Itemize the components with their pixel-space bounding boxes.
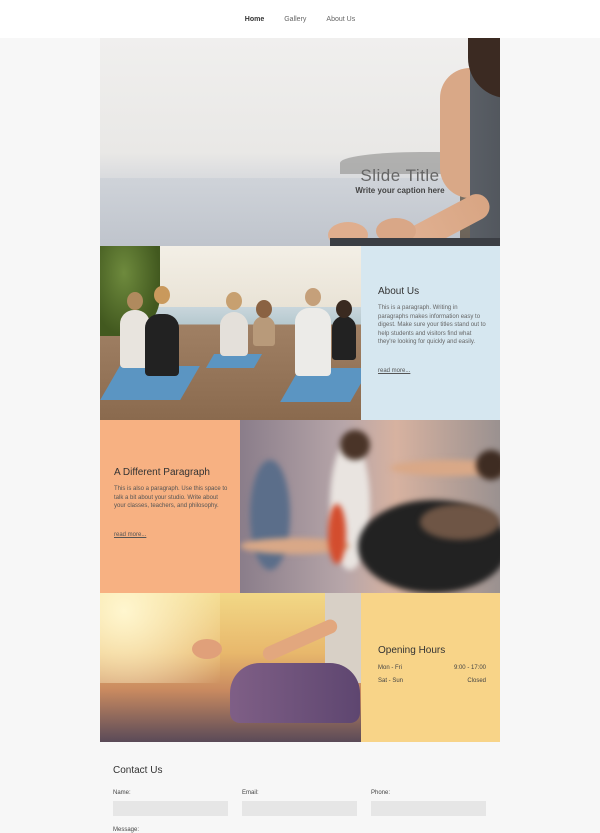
yoga-person-head [256,300,272,318]
group-yoga-photo [100,246,361,420]
nav-home[interactable]: Home [245,16,264,23]
meditation-hand [192,639,222,659]
yoga-class-photo [240,420,500,593]
hours-row: Sat - Sun Closed [378,678,486,684]
about-paragraph: This is a paragraph. Writing in paragrap… [378,305,486,345]
sun-glow [100,593,220,683]
yoga-mat [205,354,263,368]
about-read-more-link[interactable]: read more... [378,368,410,374]
class-figure [328,504,346,564]
about-heading: About Us [378,286,420,297]
meditation-legs [230,663,360,723]
about-section: About Us This is a paragraph. Writing in… [361,246,500,420]
yoga-person-head [127,292,143,310]
nav-gallery[interactable]: Gallery [284,16,306,23]
yoga-person [145,314,179,376]
yoga-person-head [154,286,170,304]
different-read-more-link[interactable]: read more... [114,532,146,538]
opening-hours-section: Opening Hours Mon - Fri 9:00 - 17:00 Sat… [361,593,500,742]
class-figure-head [340,430,370,460]
message-label: Message: [113,827,140,833]
hours-time: Closed [467,678,486,684]
yoga-person-head [305,288,321,306]
name-field-group: Name: [113,790,228,818]
contact-fields: Name: Email: Phone: [113,790,488,818]
class-arm [420,504,500,540]
top-nav: Home Gallery About Us [0,0,600,38]
yoga-person [295,308,331,376]
yoga-person [332,316,356,360]
different-heading: A Different Paragraph [114,467,210,478]
phone-label: Phone: [371,790,391,796]
contact-heading: Contact Us [113,765,163,776]
email-label: Email: [242,790,259,796]
slide-caption: Write your caption here [355,186,445,195]
phone-field-group: Phone: [371,790,486,818]
name-label: Name: [113,790,131,796]
class-figure-head [476,450,500,480]
hours-day: Mon - Fri [378,665,402,671]
phone-field[interactable] [371,801,486,816]
nav-about-us[interactable]: About Us [326,16,355,23]
different-paragraph: This is also a paragraph. Use this space… [114,486,228,509]
yoga-person [253,316,275,346]
hours-row: Mon - Fri 9:00 - 17:00 [378,665,486,671]
name-field[interactable] [113,801,228,816]
hero-legs [330,238,500,246]
email-field-group: Email: [242,790,357,818]
yoga-person [220,312,248,356]
contact-section: Contact Us Name: Email: Phone: Message: [113,765,488,833]
slide-title: Slide Title [360,166,440,185]
different-paragraph-section: A Different Paragraph This is also a par… [100,420,240,593]
yoga-person-head [336,300,352,318]
email-field[interactable] [242,801,357,816]
hours-time: 9:00 - 17:00 [453,665,486,671]
yoga-person-head [226,292,242,310]
hero-slide: Slide Title Write your caption here [100,38,500,246]
hours-day: Sat - Sun [378,678,404,684]
sunset-meditation-photo [100,593,361,742]
hours-heading: Opening Hours [378,645,446,656]
